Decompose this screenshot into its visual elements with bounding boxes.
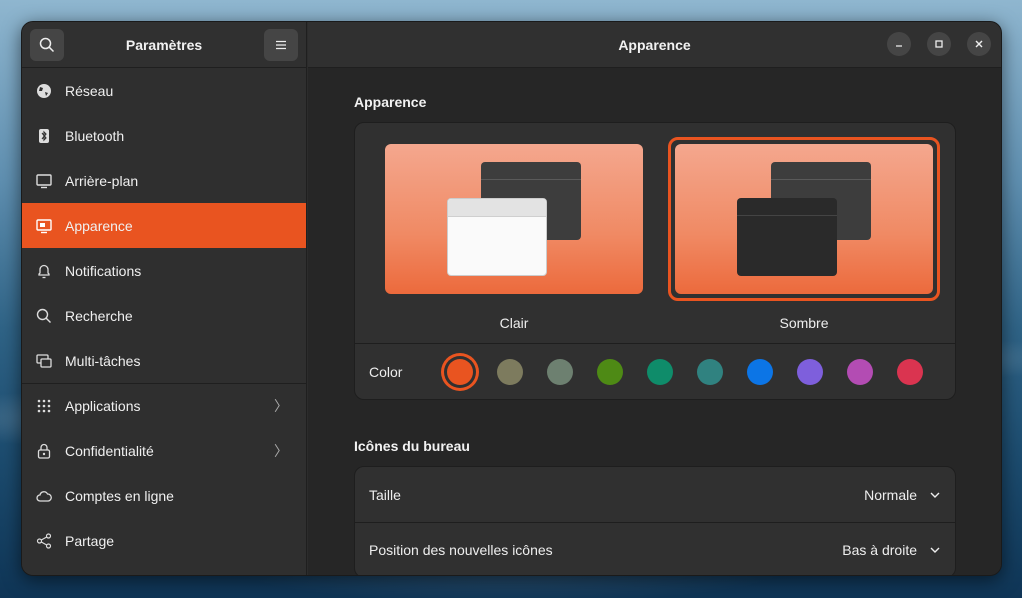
maximize-button[interactable] bbox=[927, 32, 951, 56]
section-title-appearance: Apparence bbox=[354, 94, 427, 110]
sidebar-item-bluetooth[interactable]: Bluetooth bbox=[22, 113, 306, 158]
sidebar: Paramètres Réseau Bluetooth Arrière-plan… bbox=[22, 22, 307, 575]
color-swatch-1[interactable] bbox=[497, 358, 523, 385]
sidebar-item-label: Notifications bbox=[65, 262, 142, 279]
color-swatch-6[interactable] bbox=[747, 358, 773, 385]
sidebar-item-label: Arrière-plan bbox=[65, 172, 139, 189]
desktop-icons-card: Taille Normale Position des nouvelles ic… bbox=[354, 466, 956, 575]
color-swatch-2[interactable] bbox=[547, 358, 573, 385]
color-swatch-9[interactable] bbox=[897, 358, 923, 385]
theme-label: Clair bbox=[499, 315, 529, 331]
theme-thumb-frame bbox=[668, 137, 940, 301]
minimize-button[interactable] bbox=[887, 32, 911, 56]
appearance-icon bbox=[36, 218, 52, 234]
chevron-down-icon bbox=[930, 492, 940, 498]
settings-window: Paramètres Réseau Bluetooth Arrière-plan… bbox=[21, 21, 1002, 576]
sidebar-header: Paramètres bbox=[22, 22, 306, 68]
window-controls bbox=[887, 32, 991, 56]
sidebar-nav: Réseau Bluetooth Arrière-plan Apparence … bbox=[22, 68, 306, 563]
color-swatch-7[interactable] bbox=[797, 358, 823, 385]
sidebar-item-partage[interactable]: Partage bbox=[22, 518, 306, 563]
sidebar-item-label: Partage bbox=[65, 532, 115, 549]
share-icon bbox=[36, 532, 52, 549]
minimize-icon bbox=[896, 45, 902, 47]
chevron-right-icon: 〉 bbox=[274, 442, 288, 459]
color-swatch-4[interactable] bbox=[647, 358, 673, 385]
theme-preview-light bbox=[385, 144, 643, 294]
sidebar-item-notifications[interactable]: Notifications bbox=[22, 248, 306, 293]
main-header: Apparence bbox=[308, 22, 1001, 68]
appearance-card: Clair Sombre Color bbox=[354, 122, 956, 400]
sidebar-item-label: Applications bbox=[65, 398, 141, 414]
bell-icon bbox=[36, 263, 52, 279]
sidebar-item-comptes-en-ligne[interactable]: Comptes en ligne bbox=[22, 473, 306, 518]
sidebar-title: Paramètres bbox=[125, 36, 203, 53]
chevron-right-icon: 〉 bbox=[274, 398, 288, 414]
search-button[interactable] bbox=[30, 28, 64, 61]
color-swatch-3[interactable] bbox=[597, 358, 623, 385]
sidebar-item-applications[interactable]: Applications 〉 bbox=[22, 383, 306, 428]
sidebar-item-label: Multi-tâches bbox=[65, 352, 141, 369]
preview-window-front bbox=[737, 198, 837, 276]
accent-color-row: Color bbox=[355, 343, 955, 399]
theme-thumb-frame bbox=[378, 137, 650, 301]
page-title: Apparence bbox=[618, 36, 691, 53]
sidebar-item-label: Réseau bbox=[65, 82, 114, 99]
sidebar-item-recherche[interactable]: Recherche bbox=[22, 293, 306, 338]
row-label: Position des nouvelles icônes bbox=[369, 542, 553, 558]
icon-position-dropdown[interactable]: Bas à droite bbox=[842, 542, 941, 558]
sidebar-item-label: Comptes en ligne bbox=[65, 487, 174, 504]
row-label: Taille bbox=[369, 486, 401, 503]
theme-option-light[interactable]: Clair bbox=[377, 137, 651, 331]
content: Apparence Clair Sombre Color Icônes du b… bbox=[354, 68, 956, 575]
sidebar-item-label: Confidentialité bbox=[65, 442, 154, 459]
sidebar-item-confidentialite[interactable]: Confidentialité 〉 bbox=[22, 428, 306, 473]
multitask-icon bbox=[36, 353, 52, 369]
theme-preview-dark bbox=[675, 144, 933, 294]
globe-icon bbox=[36, 83, 52, 99]
icon-size-dropdown[interactable]: Normale bbox=[864, 487, 941, 503]
color-swatch-0[interactable] bbox=[447, 358, 473, 385]
color-swatch-5[interactable] bbox=[697, 358, 723, 385]
dropdown-value: Bas à droite bbox=[842, 542, 917, 558]
sidebar-item-arriere-plan[interactable]: Arrière-plan bbox=[22, 158, 306, 203]
dropdown-value: Normale bbox=[864, 486, 917, 503]
theme-selector: Clair Sombre bbox=[355, 123, 955, 343]
section-title-desktop-icons: Icônes du bureau bbox=[354, 438, 470, 454]
menu-button[interactable] bbox=[264, 28, 298, 61]
icon-position-row[interactable]: Position des nouvelles icônes Bas à droi… bbox=[355, 522, 955, 575]
icon-size-row[interactable]: Taille Normale bbox=[355, 467, 955, 522]
color-swatch-8[interactable] bbox=[847, 358, 873, 385]
sidebar-item-label: Apparence bbox=[65, 217, 133, 234]
bluetooth-icon bbox=[36, 128, 52, 144]
chevron-down-icon bbox=[930, 547, 940, 553]
theme-label: Sombre bbox=[779, 315, 829, 331]
color-swatches bbox=[447, 358, 923, 385]
lock-icon bbox=[36, 443, 52, 459]
sidebar-item-reseau[interactable]: Réseau bbox=[22, 68, 306, 113]
grid-icon bbox=[36, 398, 52, 414]
sidebar-item-apparence[interactable]: Apparence bbox=[22, 203, 306, 248]
close-icon bbox=[975, 40, 983, 48]
close-button[interactable] bbox=[967, 32, 991, 56]
sidebar-item-label: Recherche bbox=[65, 307, 133, 324]
search-icon bbox=[36, 308, 52, 324]
color-label: Color bbox=[369, 363, 403, 380]
hamburger-icon bbox=[276, 40, 286, 49]
cloud-icon bbox=[36, 488, 52, 504]
search-icon bbox=[39, 37, 55, 52]
monitor-icon bbox=[36, 173, 52, 189]
sidebar-item-multi-taches[interactable]: Multi-tâches bbox=[22, 338, 306, 383]
sidebar-item-label: Bluetooth bbox=[65, 127, 125, 144]
maximize-icon bbox=[935, 40, 943, 48]
preview-window-front bbox=[447, 198, 547, 276]
main-panel: Apparence Apparence Clair Sombre Color I… bbox=[308, 22, 1001, 575]
theme-option-dark[interactable]: Sombre bbox=[667, 137, 941, 331]
